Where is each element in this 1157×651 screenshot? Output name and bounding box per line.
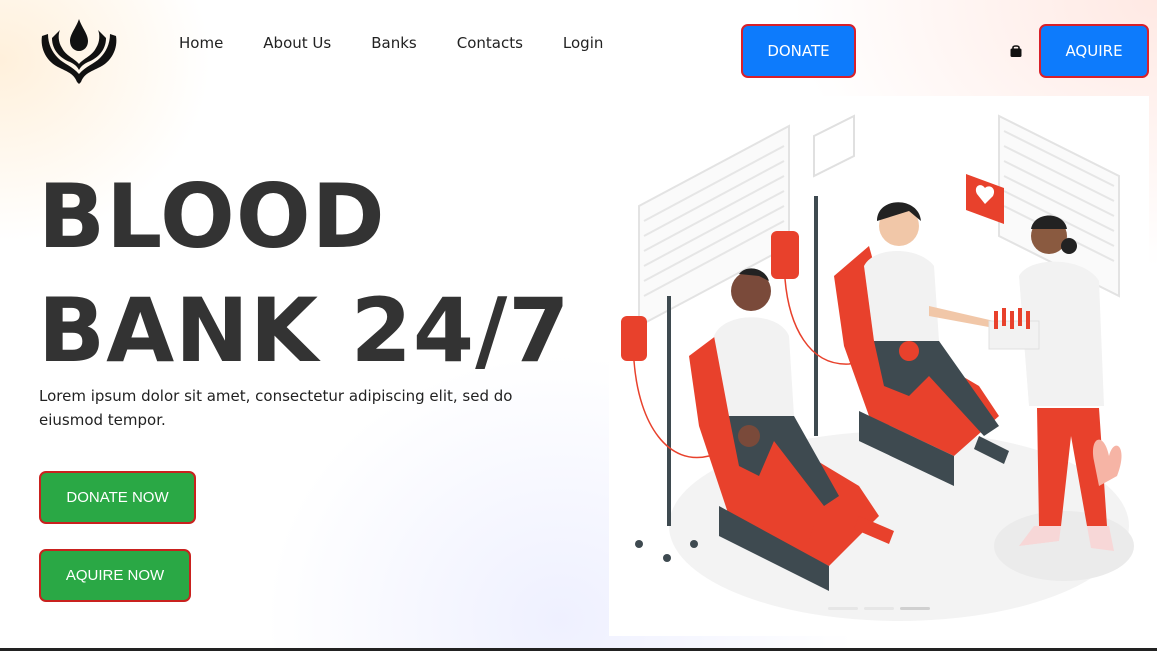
blood-donation-illustration: [609, 96, 1149, 636]
donate-button[interactable]: DONATE: [741, 24, 856, 78]
hero-title-line1: BLOOD: [38, 165, 386, 268]
shopping-bag-icon[interactable]: [1009, 43, 1023, 57]
hero-title: BLOOD BANK 24/7: [38, 160, 571, 388]
blood-hands-logo[interactable]: [38, 16, 120, 86]
aquire-button[interactable]: AQUIRE: [1039, 24, 1149, 78]
nav-about-us[interactable]: About Us: [263, 33, 331, 53]
nav-home[interactable]: Home: [179, 33, 223, 53]
hero-title-line2: BANK 24/7: [38, 279, 571, 382]
aquire-now-button[interactable]: AQUIRE NOW: [39, 549, 191, 602]
nav-contacts[interactable]: Contacts: [457, 33, 523, 53]
donate-now-button[interactable]: DONATE NOW: [39, 471, 196, 524]
carousel-indicators: [828, 607, 930, 610]
carousel-dot-1[interactable]: [828, 607, 858, 610]
main-nav: Home About Us Banks Contacts Login: [179, 33, 643, 53]
nav-banks[interactable]: Banks: [371, 33, 417, 53]
hero-description: Lorem ipsum dolor sit amet, consectetur …: [39, 387, 513, 429]
carousel-dot-2[interactable]: [864, 607, 894, 610]
nav-login[interactable]: Login: [563, 33, 603, 53]
carousel-dot-3[interactable]: [900, 607, 930, 610]
